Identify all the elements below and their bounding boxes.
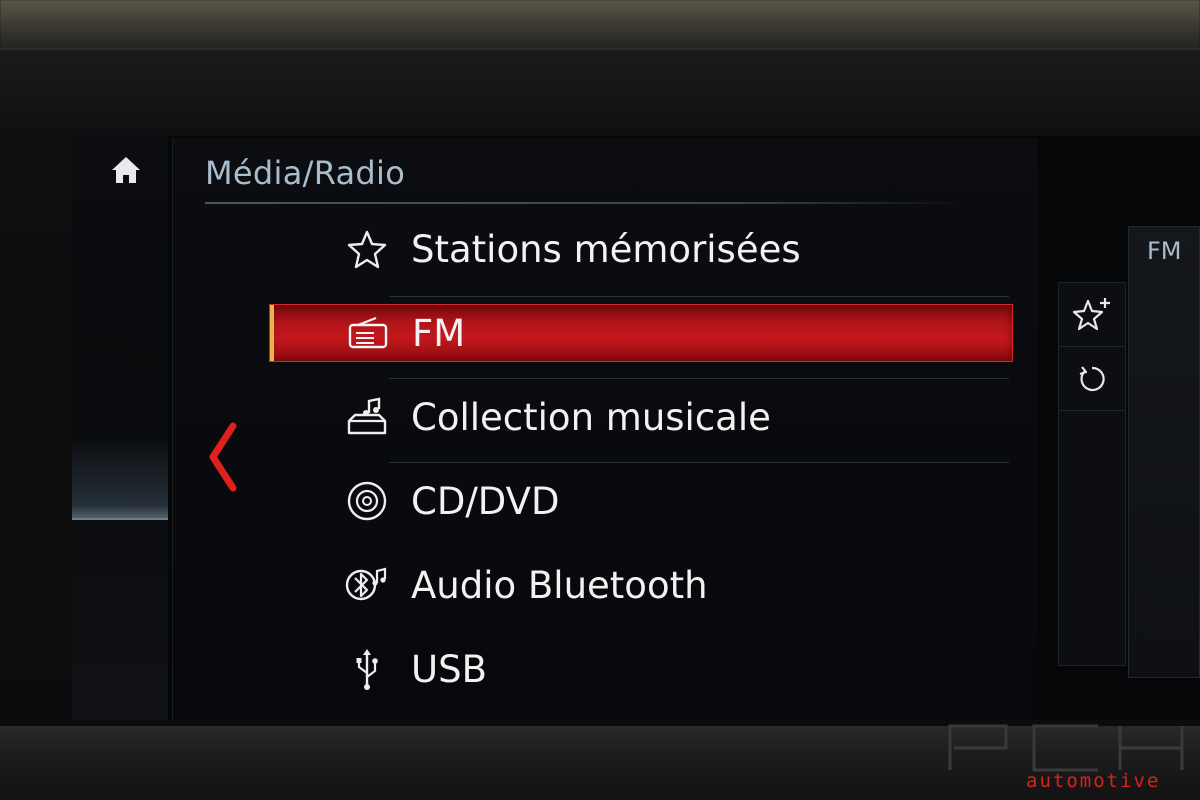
star-icon [345, 227, 389, 271]
back-chevron-icon[interactable] [203, 420, 243, 494]
right-action-strip [1058, 282, 1126, 666]
menu-item-label: Audio Bluetooth [411, 563, 708, 607]
disc-icon [345, 479, 389, 523]
menu-item-collection-musicale[interactable]: Collection musicale [269, 388, 1013, 446]
menu-separator [389, 462, 1009, 463]
usb-icon [345, 647, 389, 691]
infotainment-screen: Média/Radio Stations mémorisées FM Colle… [72, 136, 1200, 720]
brand-subtitle: automotive [1026, 770, 1161, 792]
music-collection-icon [345, 395, 389, 439]
menu-item-label: Stations mémorisées [411, 227, 801, 271]
menu-item-cd-dvd[interactable]: CD/DVD [269, 472, 1013, 530]
home-icon[interactable] [108, 152, 144, 188]
refresh-icon [1079, 365, 1105, 391]
menu-item-audio-bluetooth[interactable]: Audio Bluetooth [269, 556, 1013, 614]
fm-preview-title: FM [1147, 237, 1182, 265]
menu-item-stations-memorisees[interactable]: Stations mémorisées [269, 220, 1013, 278]
menu-item-usb[interactable]: USB [269, 640, 1013, 698]
bluetooth-audio-icon [345, 563, 389, 607]
menu-item-label: Collection musicale [411, 395, 771, 439]
rail-highlight [72, 436, 168, 518]
add-favorite-button[interactable] [1059, 283, 1125, 347]
left-rail [72, 136, 168, 720]
radio-icon [346, 311, 390, 355]
menu-item-label: FM [412, 311, 466, 355]
page-title: Média/Radio [205, 154, 406, 192]
menu-item-fm[interactable]: FM [269, 304, 1013, 362]
main-panel: Média/Radio Stations mémorisées FM Colle… [172, 138, 1038, 720]
menu-item-label: CD/DVD [411, 479, 560, 523]
menu-separator [389, 378, 1009, 379]
title-divider [205, 202, 965, 204]
menu-item-label: USB [411, 647, 487, 691]
add-favorite-icon [1072, 297, 1110, 330]
menu-separator [389, 296, 1009, 297]
refresh-button[interactable] [1059, 347, 1125, 411]
rail-divider [72, 518, 168, 520]
fm-preview-panel[interactable]: FM [1128, 226, 1200, 678]
